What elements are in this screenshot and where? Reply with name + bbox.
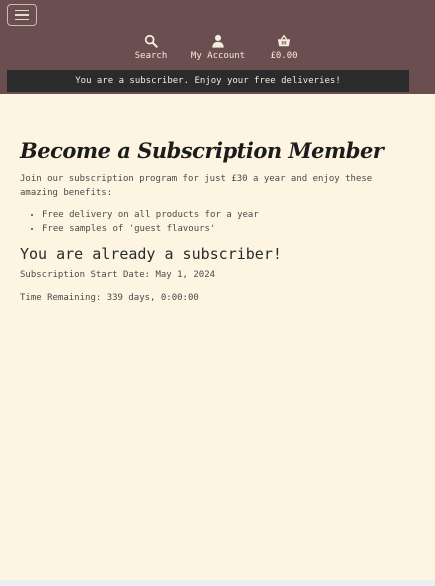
nav-search-link[interactable]: Search <box>134 34 168 61</box>
subscription-time-remaining: Time Remaining: 339 days, 0:00:00 <box>20 293 199 303</box>
site-header: Search My Account £0.00 You are a subscr… <box>0 0 435 94</box>
hamburger-menu-button[interactable] <box>7 4 37 26</box>
search-icon <box>144 34 158 48</box>
page: Search My Account £0.00 You are a subscr… <box>0 0 435 586</box>
nav-basket-total: £0.00 <box>270 51 298 61</box>
nav-search-label: Search <box>134 51 168 61</box>
header-nav: Search My Account £0.00 <box>0 34 435 64</box>
subscriber-banner: You are a subscriber. Enjoy your free de… <box>7 70 409 92</box>
hamburger-menu-icon <box>15 9 29 12</box>
nav-account-link[interactable]: My Account <box>190 34 246 61</box>
subscription-start-date: Subscription Start Date: May 1, 2024 <box>20 270 216 280</box>
intro-text: Join our subscription program for just £… <box>20 174 373 198</box>
nav-basket-link[interactable]: £0.00 <box>268 34 300 61</box>
subscriber-banner-text: You are a subscriber. Enjoy your free de… <box>75 76 341 86</box>
benefit-item: Free delivery on all products for a year <box>42 208 400 222</box>
benefit-item: Free samples of 'guest flavours' <box>42 222 400 236</box>
main-content: Become a Subscription Member Join our su… <box>0 94 435 580</box>
benefits-list: Free delivery on all products for a year… <box>20 208 400 236</box>
hamburger-menu-icon <box>15 14 29 16</box>
page-title: Become a Subscription Member <box>20 138 384 163</box>
basket-icon <box>277 34 291 47</box>
subscriber-status-heading: You are already a subscriber! <box>20 245 282 263</box>
hamburger-menu-icon <box>15 18 29 21</box>
page-bottom-edge <box>0 580 435 586</box>
nav-account-label: My Account <box>190 51 246 61</box>
user-icon <box>212 34 224 48</box>
